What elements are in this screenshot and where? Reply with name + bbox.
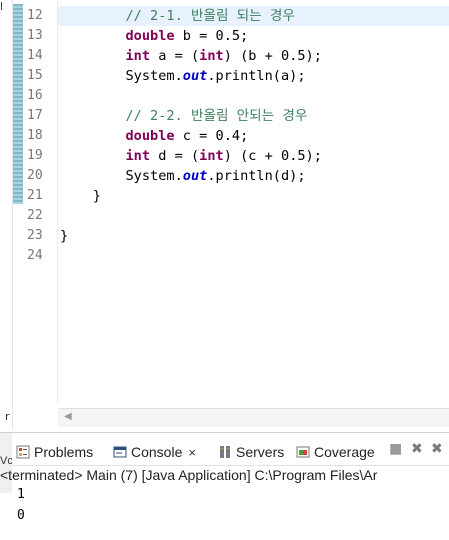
code-token: c = 0.4; (174, 128, 249, 144)
remove-all-terminated-icon[interactable]: ✖ (431, 441, 443, 457)
tab-console[interactable]: Console × (113, 441, 196, 463)
code-token: ) (c + 0.5); (223, 148, 322, 164)
quick-diff-change-bar (13, 4, 23, 204)
horizontal-scrollbar[interactable]: ◀ (58, 408, 449, 427)
keyword-token: int (125, 48, 151, 64)
code-token: .println(a); (207, 68, 306, 84)
line-number: 14 (27, 48, 43, 63)
remove-launch-icon[interactable]: ✖ (411, 441, 423, 457)
code-token: System. (60, 168, 183, 184)
comment-token: // 2-1. 반올림 되는 경우 (125, 8, 295, 24)
tab-coverage-label: Coverage (314, 444, 375, 460)
close-icon[interactable]: × (188, 445, 196, 460)
code-token: b = 0.5; (174, 28, 249, 44)
left-view-strip: l r (0, 0, 13, 430)
line-number: 22 (27, 208, 43, 223)
problems-icon (16, 443, 30, 459)
code-line[interactable]: System.out.println(d); (60, 166, 306, 186)
code-line[interactable]: double b = 0.5; (60, 26, 248, 46)
tab-servers-label: Servers (236, 444, 285, 460)
line-number: 18 (27, 128, 43, 143)
static-field-token: out (182, 168, 208, 184)
code-token: d = ( (150, 148, 200, 164)
code-line[interactable]: } (60, 186, 101, 206)
line-number: 13 (27, 28, 43, 43)
keyword-token: double (125, 128, 175, 144)
comment-token: // 2-2. 반올림 안되는 경우 (125, 108, 308, 124)
code-token: .println(d); (207, 168, 306, 184)
code-line[interactable]: System.out.println(a); (60, 66, 306, 86)
tab-coverage[interactable]: Coverage (296, 441, 375, 463)
code-line[interactable]: int a = (int) (b + 0.5); (60, 46, 322, 66)
console-toolbar: ■ ✖ ✖ (389, 439, 449, 461)
line-number: 15 (27, 68, 43, 83)
code-line[interactable]: // 2-1. 반올림 되는 경우 (60, 6, 295, 26)
servers-icon (218, 443, 232, 458)
keyword-token: int (199, 48, 224, 64)
code-token: ) (b + 0.5); (223, 48, 322, 64)
keyword-token: double (125, 28, 175, 44)
tab-problems[interactable]: Problems (16, 441, 93, 463)
scroll-left-arrow-icon[interactable]: ◀ (64, 411, 72, 422)
code-line[interactable]: } (60, 226, 68, 246)
code-line[interactable]: int d = (int) (c + 0.5); (60, 146, 322, 166)
console-output-line: 1 (17, 487, 25, 502)
tab-problems-label: Problems (34, 444, 94, 460)
code-token: } (60, 228, 69, 244)
code-token: a = ( (150, 48, 200, 64)
code-line[interactable]: // 2-2. 반올림 안되는 경우 (60, 106, 307, 126)
panel-tab-bar: Problems Console × Servers Coverage ■ ✖ ✖ (12, 435, 449, 466)
keyword-token: int (125, 148, 151, 164)
console-output-line: 0 (17, 508, 25, 523)
terminate-icon[interactable]: ■ (389, 441, 402, 457)
line-number: 20 (27, 168, 43, 183)
keyword-token: int (199, 148, 224, 164)
left-strip-top-mark: l (0, 0, 4, 13)
code-token: } (60, 188, 101, 204)
console-status: <terminated> Main (7) [Java Application]… (0, 467, 378, 483)
tab-servers[interactable]: Servers (218, 441, 284, 463)
line-number: 24 (27, 248, 43, 263)
static-field-token: out (182, 68, 208, 84)
coverage-icon (296, 443, 310, 458)
line-number: 21 (27, 188, 43, 203)
code-editor[interactable]: l r // 2-1. 반올림 되는 경우 double b = 0.5; in… (0, 0, 449, 430)
code-line[interactable]: double c = 0.4; (60, 126, 248, 146)
console-panel: Vc Problems Console × Servers Coverage ■ … (0, 432, 449, 540)
line-number: 19 (27, 148, 43, 163)
ruler-separator (57, 0, 58, 405)
line-number: 23 (27, 228, 43, 243)
line-number: 12 (27, 8, 43, 23)
line-number: 16 (27, 88, 43, 103)
console-icon (113, 443, 127, 458)
tab-console-label: Console (131, 444, 183, 460)
line-number: 17 (27, 108, 43, 123)
code-token: System. (60, 68, 183, 84)
left-strip-mark: r (5, 410, 10, 423)
